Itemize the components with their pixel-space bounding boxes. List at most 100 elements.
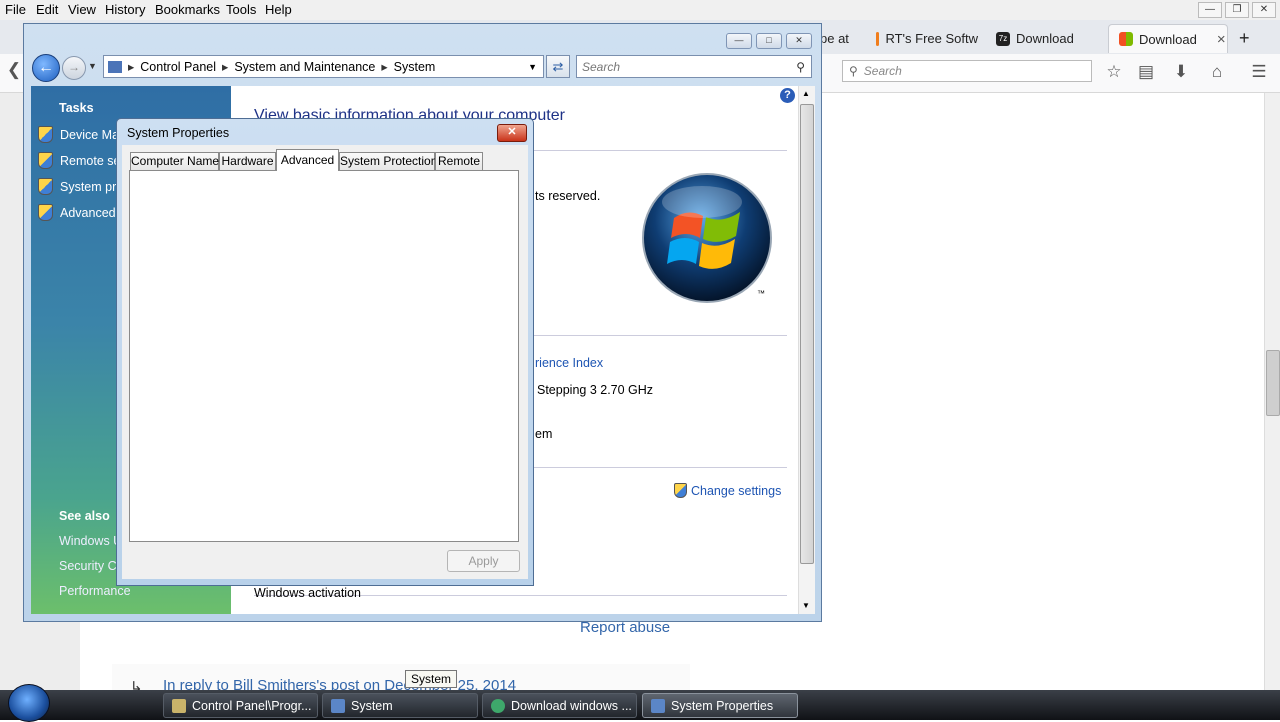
control-panel-icon <box>108 60 122 73</box>
tab-advanced[interactable]: Advanced <box>276 149 339 171</box>
tab-label: Download <box>1139 31 1197 47</box>
task-remote-settings[interactable]: Remote se <box>38 152 120 169</box>
browser-back-icon[interactable]: ❮ <box>4 60 24 80</box>
help-icon[interactable]: ? <box>780 88 795 103</box>
cp-forward-icon[interactable]: → <box>62 56 86 80</box>
cp-maximize-button[interactable]: □ <box>756 33 782 49</box>
tab-download-active[interactable]: Download × <box>1108 24 1228 53</box>
change-settings-link[interactable]: Change settings <box>674 483 781 498</box>
taskbar-system[interactable]: System <box>322 693 478 718</box>
see-also-security-center[interactable]: Security Ce <box>59 559 124 573</box>
menu-view[interactable]: View <box>68 2 96 17</box>
close-window-button[interactable]: ✕ <box>1252 2 1276 18</box>
tab-system-protection[interactable]: System Protection <box>339 152 437 170</box>
page-scrollbar-thumb[interactable] <box>1266 350 1280 416</box>
trademark-mark: ™ <box>757 289 765 298</box>
cp-search-input[interactable]: Search ⚲ <box>576 55 812 78</box>
menu-file[interactable]: File <box>5 2 26 17</box>
task-label: Device Ma <box>60 127 120 142</box>
reading-list-icon[interactable]: ▤ <box>1136 62 1156 82</box>
scroll-down-icon[interactable]: ▼ <box>802 601 810 610</box>
tab-label: Download <box>1016 31 1074 46</box>
system-properties-icon <box>651 698 665 713</box>
tab-label: pe at <box>820 31 849 46</box>
minimize-button[interactable]: — <box>1198 2 1222 18</box>
cp-scrollbar-thumb[interactable] <box>800 104 814 564</box>
7zip-icon: 7z <box>996 31 1010 46</box>
system-type-value: em <box>535 427 553 441</box>
browser-window-controls: — ❐ ✕ <box>1198 2 1276 18</box>
menu-hamburger-icon[interactable]: ☰ <box>1249 62 1269 82</box>
new-tab-button[interactable]: + <box>1234 24 1260 53</box>
tab-rt-free-software[interactable]: RT's Free Softw <box>866 24 978 53</box>
breadcrumb-system-maintenance[interactable]: System and Maintenance <box>234 60 375 74</box>
cp-address-bar[interactable]: ▸ Control Panel ▸ System and Maintenance… <box>103 55 544 78</box>
tab-computer-name[interactable]: Computer Name <box>130 152 219 170</box>
task-label: Remote se <box>60 153 121 168</box>
browser-icon <box>491 698 505 713</box>
copyright-text: ts reserved. <box>535 189 601 203</box>
folder-icon <box>172 698 186 713</box>
tab-close-icon[interactable]: × <box>1217 31 1226 48</box>
taskbar-system-properties[interactable]: System Properties <box>642 693 798 718</box>
uac-shield-icon <box>38 126 53 143</box>
cp-minimize-button[interactable]: — <box>726 33 752 49</box>
windows-logo <box>642 173 772 303</box>
menu-edit[interactable]: Edit <box>36 2 58 17</box>
search-icon: ⚲ <box>849 64 858 78</box>
start-button-icon[interactable] <box>8 684 50 722</box>
uac-shield-icon <box>38 178 53 195</box>
apply-button[interactable]: Apply <box>447 550 520 572</box>
tab-remote[interactable]: Remote <box>435 152 483 170</box>
see-also-windows-update[interactable]: Windows U <box>59 534 122 548</box>
menu-bookmarks[interactable]: Bookmarks <box>155 2 220 17</box>
cp-recent-pages-icon[interactable]: ▼ <box>88 61 97 71</box>
tab-hardware[interactable]: Hardware <box>219 152 276 170</box>
see-also-heading: See also <box>59 509 110 523</box>
windows-icon <box>1119 32 1133 46</box>
browser-menubar: File Edit View History Bookmarks Tools H… <box>0 0 1280 20</box>
taskbar-tooltip: System <box>405 670 458 688</box>
uac-shield-icon <box>38 204 53 221</box>
breadcrumb-control-panel[interactable]: Control Panel <box>140 60 216 74</box>
tab-partial[interactable]: pe at <box>818 24 866 53</box>
taskbar-label: Download windows ... <box>511 698 632 713</box>
change-settings-label: Change settings <box>691 483 782 498</box>
cp-refresh-icon[interactable]: ⇄ <box>546 55 570 78</box>
menu-help[interactable]: Help <box>265 2 292 17</box>
task-system-protection[interactable]: System pro <box>38 178 123 195</box>
task-label: System pro <box>60 179 124 194</box>
tasks-heading: Tasks <box>59 101 94 115</box>
taskbar-label: System <box>351 698 393 713</box>
restore-button[interactable]: ❐ <box>1225 2 1249 18</box>
breadcrumb-system[interactable]: System <box>394 60 436 74</box>
home-icon[interactable]: ⌂ <box>1207 62 1227 82</box>
task-advanced-settings[interactable]: Advanced <box>38 204 116 221</box>
dialog-close-button[interactable]: ✕ <box>497 124 527 142</box>
taskbar-control-panel[interactable]: Control Panel\Progr... <box>163 693 318 718</box>
address-dropdown-icon[interactable]: ▼ <box>528 62 537 72</box>
bookmark-star-icon[interactable]: ☆ <box>1104 62 1124 82</box>
see-also-performance[interactable]: Performance <box>59 584 131 598</box>
tab-label: RT's Free Softw <box>885 31 978 46</box>
cp-back-icon[interactable]: ← <box>32 54 60 82</box>
taskbar-download-windows[interactable]: Download windows ... <box>482 693 637 718</box>
breadcrumb-separator-icon: ▸ <box>381 60 388 74</box>
browser-search-input[interactable]: ⚲ Search <box>842 60 1092 82</box>
scroll-up-icon[interactable]: ▲ <box>802 89 810 98</box>
dialog-title: System Properties <box>127 126 230 140</box>
experience-index-link[interactable]: rience Index <box>535 356 603 370</box>
cp-window-controls: — □ ✕ <box>726 33 812 49</box>
menu-tools[interactable]: Tools <box>226 2 256 17</box>
cp-search-placeholder: Search <box>582 59 621 74</box>
downloads-icon[interactable]: ⬇ <box>1171 62 1191 82</box>
search-placeholder: Search <box>863 64 902 78</box>
tab-panel <box>129 170 519 542</box>
task-device-manager[interactable]: Device Ma <box>38 126 119 143</box>
system-icon <box>331 698 345 713</box>
menu-history[interactable]: History <box>105 2 145 17</box>
cp-close-button[interactable]: ✕ <box>786 33 812 49</box>
uac-shield-icon <box>674 483 687 498</box>
tab-download-7zip[interactable]: 7z Download <box>986 24 1106 53</box>
breadcrumb-separator-icon: ▸ <box>128 60 135 74</box>
